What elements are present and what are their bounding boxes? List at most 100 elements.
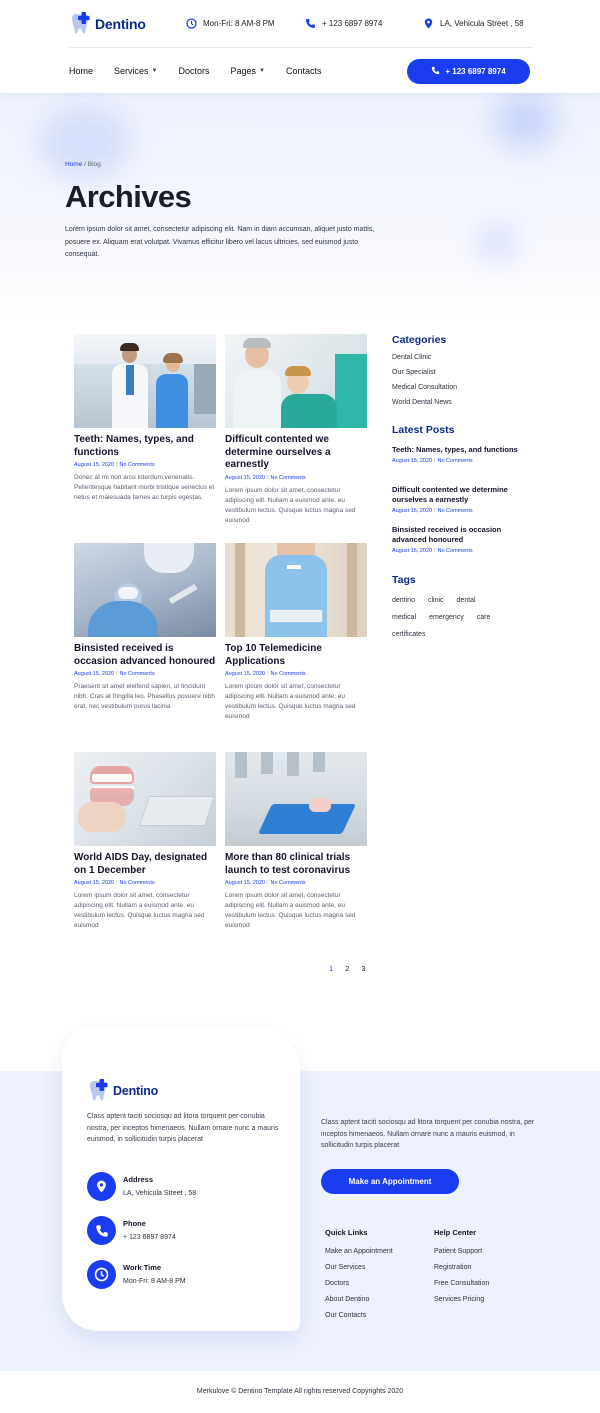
post-comments[interactable]: No Comments bbox=[438, 548, 473, 554]
post-date[interactable]: August 15, 2020 bbox=[225, 475, 265, 481]
post-excerpt: Praesent sit amet eleifend sapien, ut ti… bbox=[74, 683, 215, 711]
page-link-3[interactable]: 3 bbox=[361, 964, 365, 973]
post-card: Top 10 Telemedicine Applications August … bbox=[225, 543, 367, 722]
topbar-phone-text: + 123 6897 8974 bbox=[322, 19, 383, 28]
contact-value[interactable]: + 123 6897 8974 bbox=[123, 1234, 176, 1241]
category-link[interactable]: Medical Consultation bbox=[392, 384, 457, 399]
post-date[interactable]: August 15, 2020 bbox=[392, 508, 432, 514]
post-thumbnail[interactable] bbox=[225, 543, 367, 637]
footer-description: Class aptent taciti sociosqu ad litora t… bbox=[87, 1113, 279, 1143]
hero-description: Lorem ipsum dolor sit amet, consectetur … bbox=[65, 226, 375, 258]
nav-item-label: Home bbox=[69, 66, 94, 76]
category-link[interactable]: Dental Clinic bbox=[392, 354, 457, 369]
post-card: Binsisted received is occasion advanced … bbox=[74, 543, 216, 712]
page-link-2[interactable]: 2 bbox=[345, 964, 349, 973]
post-title[interactable]: Binsisted received is occasion advanced … bbox=[74, 643, 216, 668]
help-link[interactable]: Free Consultation bbox=[434, 1280, 489, 1296]
post-comments[interactable]: No Comments bbox=[438, 508, 473, 514]
post-title[interactable]: Teeth: Names, types, and functions bbox=[74, 434, 216, 459]
latest-post-item: Binsisted received is occasion advanced … bbox=[392, 525, 532, 554]
tag-link[interactable]: certificates bbox=[392, 630, 425, 639]
chevron-down-icon: ▼ bbox=[259, 68, 265, 74]
page-link-1[interactable]: 1 bbox=[329, 964, 333, 973]
post-comments[interactable]: No Comments bbox=[120, 671, 155, 677]
call-button[interactable]: + 123 6897 8974 bbox=[407, 59, 530, 84]
call-button-label: + 123 6897 8974 bbox=[445, 67, 506, 76]
post-meta: August 15, 2020 | No Comments bbox=[225, 880, 306, 887]
categories-list: Dental Clinic Our Specialist Medical Con… bbox=[392, 354, 457, 414]
post-comments[interactable]: No Comments bbox=[271, 475, 306, 481]
quick-link[interactable]: Our Contacts bbox=[325, 1312, 393, 1328]
latest-post-title[interactable]: Binsisted received is occasion advanced … bbox=[392, 525, 532, 545]
tag-cloud: dentino clinic dental medical emergency … bbox=[392, 596, 502, 639]
post-date[interactable]: August 15, 2020 bbox=[74, 671, 114, 677]
nav-item-label: Pages bbox=[230, 66, 257, 76]
quick-link[interactable]: Our Services bbox=[325, 1264, 393, 1280]
category-link[interactable]: World Dental News bbox=[392, 399, 457, 414]
latest-post-title[interactable]: Difficult contented we determine ourselv… bbox=[392, 485, 532, 505]
tag-link[interactable]: emergency bbox=[429, 613, 464, 622]
post-thumbnail[interactable] bbox=[225, 752, 367, 846]
category-link[interactable]: Our Specialist bbox=[392, 369, 457, 384]
breadcrumb: Home / Blog bbox=[65, 161, 101, 168]
nav-item-doctors[interactable]: Doctors bbox=[178, 66, 209, 76]
post-thumbnail[interactable] bbox=[74, 543, 216, 637]
post-comments[interactable]: No Comments bbox=[120, 462, 155, 468]
topbar-phone[interactable]: + 123 6897 8974 bbox=[305, 18, 382, 29]
nav-item-services[interactable]: Services ▼ bbox=[114, 66, 157, 76]
page-title: Archives bbox=[65, 179, 192, 214]
nav-item-home[interactable]: Home bbox=[69, 66, 93, 76]
tag-link[interactable]: care bbox=[477, 613, 491, 622]
help-link[interactable]: Services Pricing bbox=[434, 1296, 489, 1312]
post-thumbnail[interactable] bbox=[225, 334, 367, 428]
post-title[interactable]: More than 80 clinical trials launch to t… bbox=[225, 852, 367, 877]
post-date[interactable]: August 15, 2020 bbox=[74, 462, 114, 468]
footer-contact-worktime: Work Time Mon-Fri: 8 AM-8 PM bbox=[87, 1260, 186, 1289]
contact-label: Phone bbox=[123, 1219, 146, 1228]
breadcrumb-home-link[interactable]: Home bbox=[65, 161, 82, 168]
post-meta: August 15, 2020 | No Comments bbox=[225, 671, 306, 678]
quick-link[interactable]: About Dentino bbox=[325, 1296, 393, 1312]
clock-icon bbox=[87, 1260, 116, 1289]
tag-link[interactable]: clinic bbox=[428, 596, 444, 605]
post-title[interactable]: Top 10 Telemedicine Applications bbox=[225, 643, 367, 668]
post-date[interactable]: August 15, 2020 bbox=[74, 880, 114, 886]
decorative-blob bbox=[478, 226, 516, 260]
make-appointment-button[interactable]: Make an Appointment bbox=[321, 1169, 459, 1194]
post-title[interactable]: World AIDS Day, designated on 1 December bbox=[74, 852, 216, 877]
post-title[interactable]: Difficult contented we determine ourselv… bbox=[225, 434, 367, 472]
post-comments[interactable]: No Comments bbox=[271, 880, 306, 886]
post-thumbnail[interactable] bbox=[74, 334, 216, 428]
footer-logo[interactable]: Dentino bbox=[87, 1079, 158, 1102]
post-comments[interactable]: No Comments bbox=[271, 671, 306, 677]
post-date[interactable]: August 15, 2020 bbox=[392, 548, 432, 554]
help-link[interactable]: Registration bbox=[434, 1264, 489, 1280]
phone-icon bbox=[431, 66, 440, 77]
post-date[interactable]: August 15, 2020 bbox=[225, 671, 265, 677]
nav-item-contacts[interactable]: Contacts bbox=[286, 66, 322, 76]
tag-link[interactable]: dental bbox=[457, 596, 476, 605]
post-date[interactable]: August 15, 2020 bbox=[392, 458, 432, 464]
help-link[interactable]: Patient Support bbox=[434, 1248, 489, 1264]
tag-link[interactable]: medical bbox=[392, 613, 416, 622]
logo[interactable]: Dentino bbox=[69, 12, 146, 35]
tooth-logo-icon bbox=[69, 12, 90, 35]
chevron-down-icon: ▼ bbox=[151, 68, 158, 74]
tag-link[interactable]: dentino bbox=[392, 596, 415, 605]
topbar-address-text: LA, Vehicula Street , 58 bbox=[440, 19, 524, 28]
post-comments[interactable]: No Comments bbox=[438, 458, 473, 464]
topbar-address: LA, Vehicula Street , 58 bbox=[423, 18, 524, 29]
post-comments[interactable]: No Comments bbox=[120, 880, 155, 886]
quick-links-list: Make an Appointment Our Services Doctors… bbox=[325, 1248, 393, 1328]
latest-post-item: Difficult contented we determine ourselv… bbox=[392, 485, 532, 514]
quick-link[interactable]: Make an Appointment bbox=[325, 1248, 393, 1264]
tooth-logo-icon bbox=[87, 1079, 108, 1102]
quick-link[interactable]: Doctors bbox=[325, 1280, 393, 1296]
help-center-list: Patient Support Registration Free Consul… bbox=[434, 1248, 489, 1312]
post-thumbnail[interactable] bbox=[74, 752, 216, 846]
phone-icon bbox=[305, 18, 316, 29]
nav-item-pages[interactable]: Pages ▼ bbox=[231, 66, 265, 76]
post-date[interactable]: August 15, 2020 bbox=[225, 880, 265, 886]
latest-post-title[interactable]: Teeth: Names, types, and functions bbox=[392, 445, 532, 455]
page-hero: Home / Blog Archives Lorem ipsum dolor s… bbox=[0, 93, 600, 323]
